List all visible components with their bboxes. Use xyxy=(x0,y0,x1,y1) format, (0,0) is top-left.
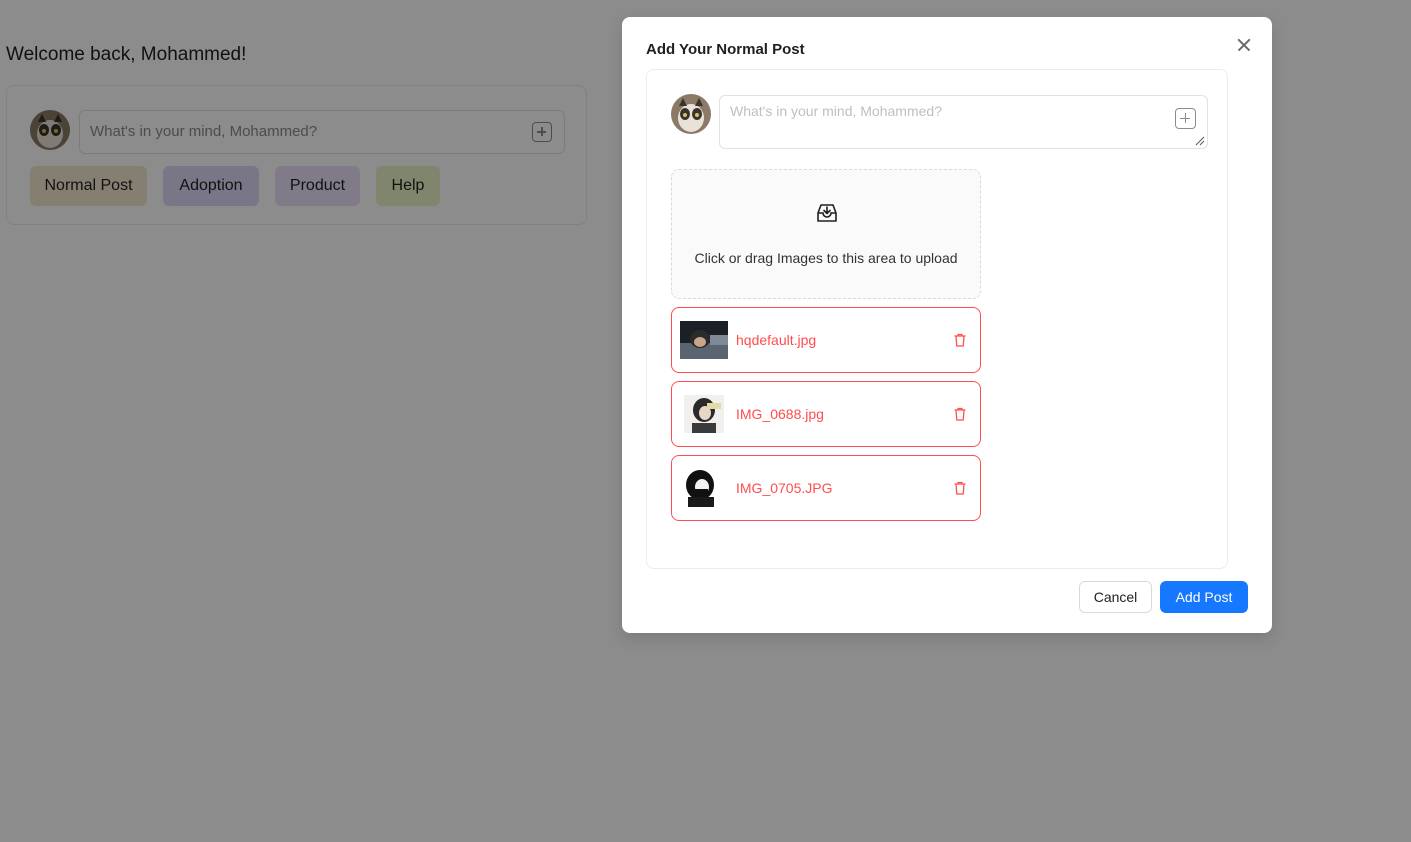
upload-file-item: IMG_0705.JPG xyxy=(671,455,981,521)
delete-icon[interactable] xyxy=(952,332,968,348)
delete-icon[interactable] xyxy=(952,406,968,422)
post-textarea-placeholder: What's in your mind, Mohammed? xyxy=(730,103,942,119)
modal-title: Add Your Normal Post xyxy=(646,41,805,58)
plus-square-icon[interactable] xyxy=(1175,108,1196,129)
resize-grip-icon[interactable] xyxy=(1195,136,1205,146)
file-thumbnail xyxy=(680,469,728,507)
add-post-modal: Add Your Normal Post What's in your mind… xyxy=(622,17,1272,633)
delete-icon[interactable] xyxy=(952,480,968,496)
post-form-card: What's in your mind, Mohammed? Click or … xyxy=(646,69,1228,569)
add-post-button[interactable]: Add Post xyxy=(1160,581,1248,613)
file-name[interactable]: hqdefault.jpg xyxy=(736,332,816,348)
upload-file-item: IMG_0688.jpg xyxy=(671,381,981,447)
file-name[interactable]: IMG_0688.jpg xyxy=(736,406,824,422)
close-icon[interactable] xyxy=(1234,35,1254,55)
post-textarea[interactable]: What's in your mind, Mohammed? xyxy=(719,95,1208,149)
file-thumbnail xyxy=(680,395,728,433)
upload-hint: Click or drag Images to this area to upl… xyxy=(694,250,958,266)
file-thumbnail xyxy=(680,321,728,359)
inbox-icon xyxy=(817,204,837,222)
file-name[interactable]: IMG_0705.JPG xyxy=(736,480,833,496)
cancel-button[interactable]: Cancel xyxy=(1079,581,1152,613)
image-upload-dropzone[interactable]: Click or drag Images to this area to upl… xyxy=(671,169,981,299)
avatar xyxy=(671,94,711,134)
upload-file-item: hqdefault.jpg xyxy=(671,307,981,373)
